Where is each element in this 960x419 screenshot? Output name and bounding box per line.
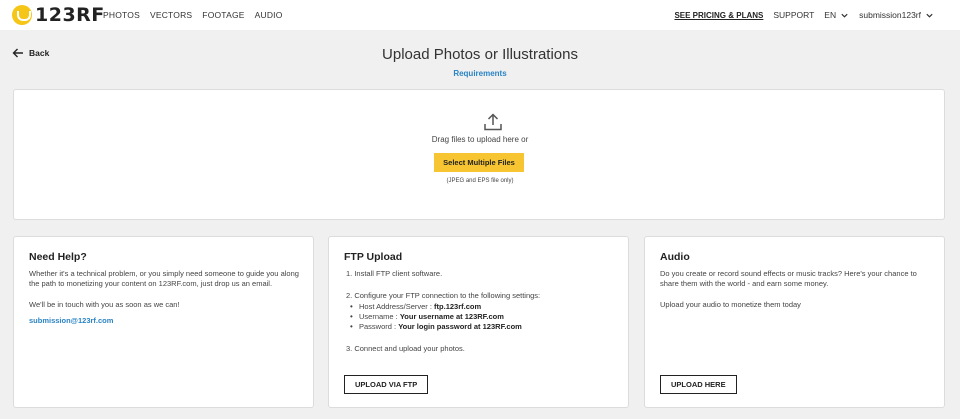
- top-navigation-bar: 123RF PHOTOS VECTORS FOOTAGE AUDIO SEE P…: [0, 0, 960, 30]
- support-link[interactable]: SUPPORT: [773, 10, 814, 20]
- upload-audio-button[interactable]: UPLOAD HERE: [660, 375, 737, 394]
- upload-via-ftp-button[interactable]: UPLOAD VIA FTP: [344, 375, 429, 394]
- ftp-settings-list: Host Address/Server : ftp.123rf.com User…: [344, 302, 614, 333]
- main-nav: PHOTOS VECTORS FOOTAGE AUDIO: [103, 0, 283, 30]
- audio-title: Audio: [660, 251, 690, 263]
- ftp-card: FTP Upload 1. Install FTP client softwar…: [328, 236, 629, 408]
- ftp-step-2: 2. Configure your FTP connection to the …: [346, 291, 541, 301]
- account-nav: SEE PRICING & PLANS SUPPORT EN submissio…: [674, 0, 934, 30]
- upload-dropzone[interactable]: Drag files to upload here or Select Mult…: [13, 89, 945, 220]
- pricing-link[interactable]: SEE PRICING & PLANS: [674, 11, 763, 20]
- help-followup: We'll be in touch with you as soon as we…: [29, 299, 180, 309]
- support-email-link[interactable]: submission@123rf.com: [29, 316, 113, 325]
- upload-icon: [484, 113, 502, 131]
- nav-vectors[interactable]: VECTORS: [150, 10, 192, 20]
- help-card: Need Help? Whether it's a technical prob…: [13, 236, 314, 408]
- logo-icon: [12, 5, 32, 25]
- ftp-step-3: 3. Connect and upload your photos.: [346, 344, 465, 354]
- audio-card: Audio Do you create or record sound effe…: [644, 236, 945, 408]
- user-menu[interactable]: submission123rf: [859, 10, 934, 20]
- ftp-title: FTP Upload: [344, 251, 403, 263]
- select-files-button[interactable]: Select Multiple Files: [434, 153, 524, 172]
- username: submission123rf: [859, 10, 921, 20]
- file-type-note: (JPEG and EPS file only): [446, 178, 514, 184]
- nav-photos[interactable]: PHOTOS: [103, 10, 140, 20]
- chevron-down-icon: [926, 13, 933, 18]
- ftp-password-setting: Password : Your login password at 123RF.…: [350, 322, 614, 333]
- nav-footage[interactable]: FOOTAGE: [202, 10, 244, 20]
- ftp-username-setting: Username : Your username at 123RF.com: [350, 312, 614, 323]
- ftp-step-1: 1. Install FTP client software.: [346, 269, 443, 278]
- language-selector[interactable]: EN: [824, 10, 849, 20]
- logo-text: 123RF: [35, 4, 105, 26]
- help-title: Need Help?: [29, 251, 87, 263]
- requirements-link[interactable]: Requirements: [0, 69, 960, 78]
- site-logo[interactable]: 123RF: [12, 5, 105, 25]
- page-title: Upload Photos or Illustrations: [382, 46, 578, 63]
- drag-instructions: Drag files to upload here or: [431, 135, 529, 144]
- nav-audio[interactable]: AUDIO: [255, 10, 283, 20]
- audio-description: Do you create or record sound effects or…: [660, 269, 917, 289]
- ftp-host-setting: Host Address/Server : ftp.123rf.com: [350, 302, 614, 313]
- chevron-down-icon: [841, 13, 848, 18]
- language-label: EN: [824, 10, 837, 20]
- audio-cta-text: Upload your audio to monetize them today: [660, 299, 801, 309]
- help-description: Whether it's a technical problem, or you…: [29, 269, 299, 289]
